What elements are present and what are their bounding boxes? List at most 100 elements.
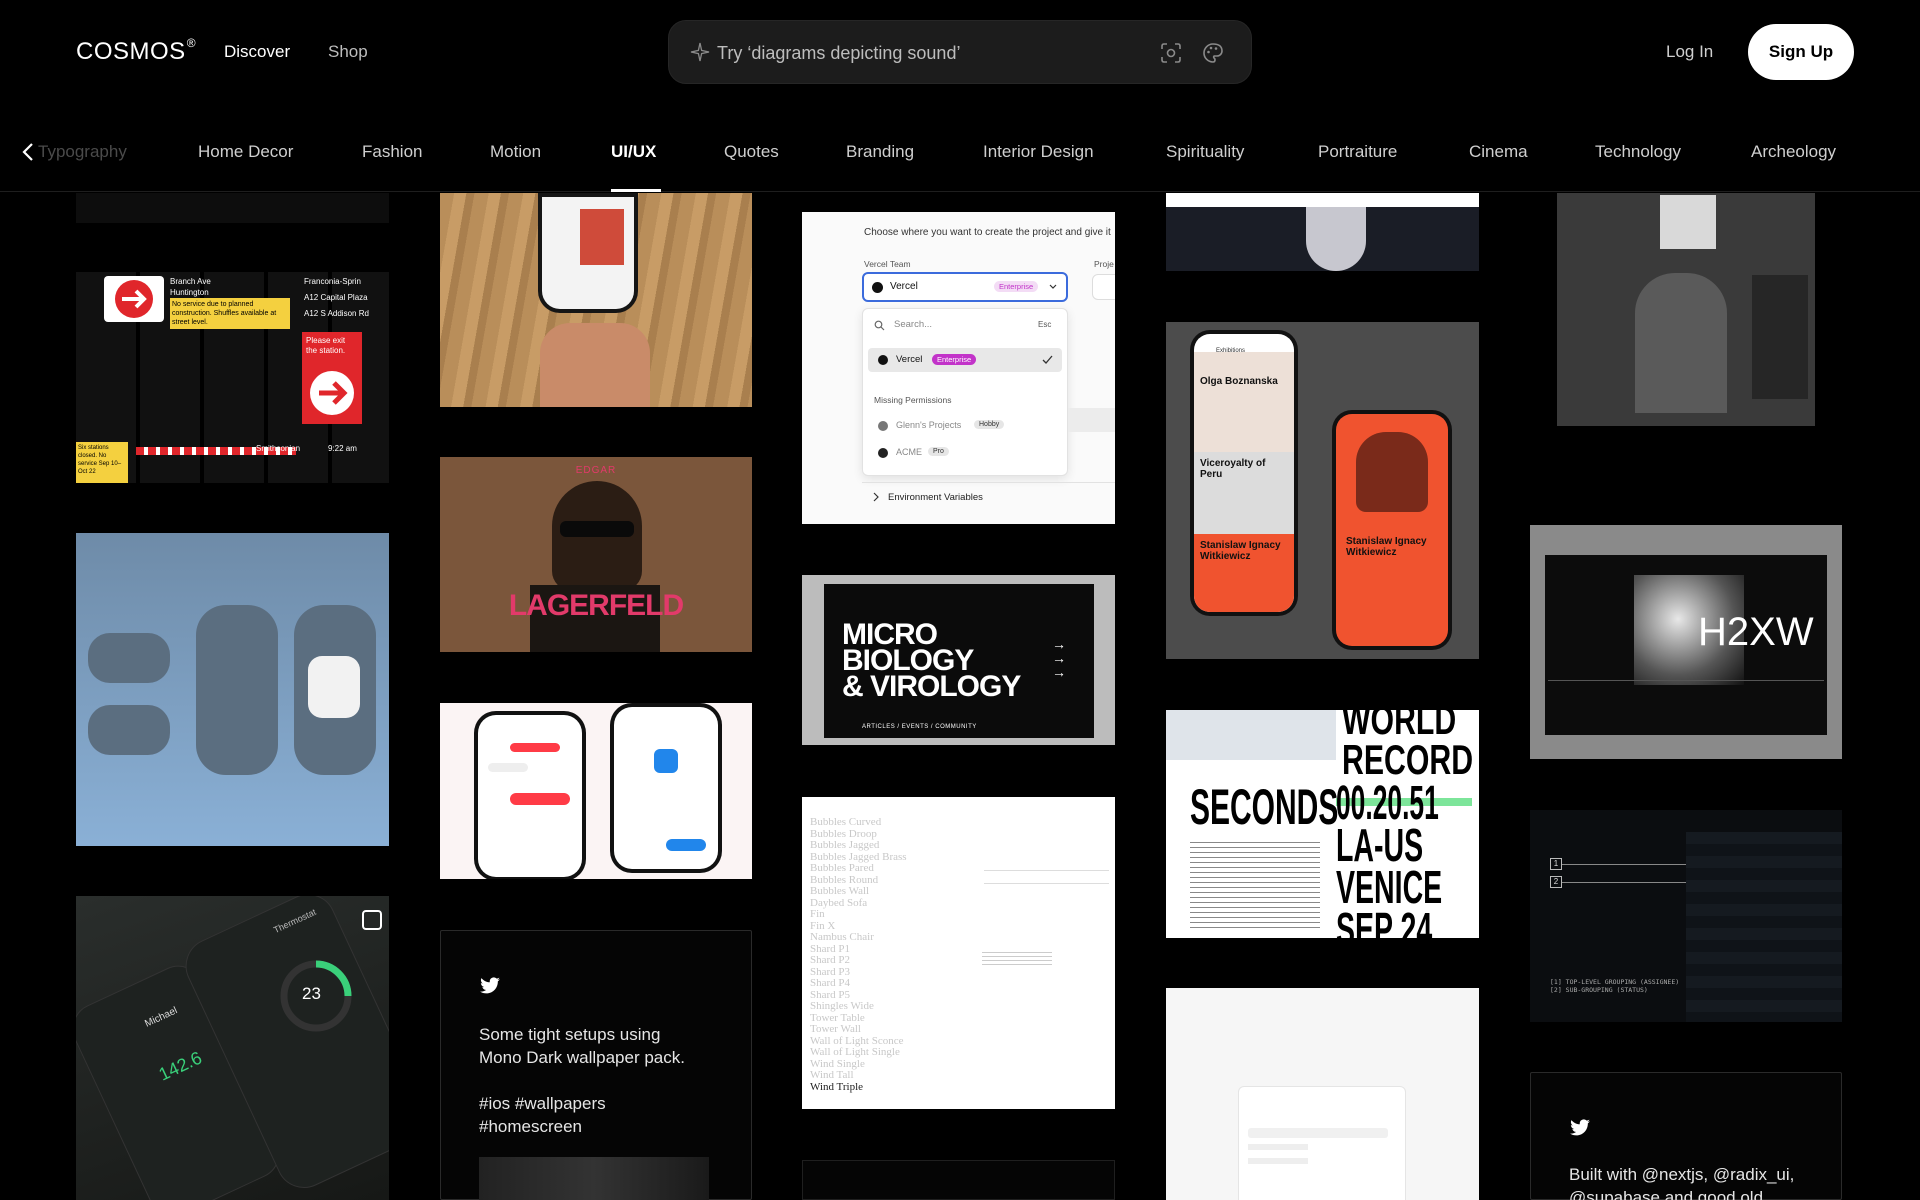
chevron-left-icon[interactable] (18, 140, 38, 164)
h2xw-tile[interactable]: H2XW (1530, 525, 1842, 759)
exit-text: Please exit the station. (306, 336, 346, 355)
nav-shop[interactable]: Shop (328, 42, 368, 62)
specimen-guide (984, 870, 1109, 884)
category-quotes[interactable]: Quotes (724, 142, 779, 162)
exhibition-item: Viceroyalty of Peru (1200, 458, 1266, 480)
number-marker: 1 (1550, 858, 1562, 870)
connector-line (1562, 864, 1696, 865)
login-link[interactable]: Log In (1666, 42, 1713, 62)
portrait-layout-tile[interactable] (1530, 193, 1842, 474)
category-archeology[interactable]: Archeology (1751, 142, 1836, 162)
poster-footer: ARTICLES / EVENTS / COMMUNITY (862, 724, 977, 730)
tweet-line: @supabase and good old (1569, 1188, 1764, 1200)
menu-row (1248, 1158, 1308, 1164)
thermostat-app-tile[interactable]: Thermostat 23 142.6 Michael (76, 896, 389, 1200)
portrait-image (1356, 432, 1428, 512)
project-label: Proje (1094, 259, 1114, 269)
widget-cards-tile[interactable] (76, 533, 389, 846)
chevron-right-icon (873, 492, 879, 502)
category-ui-ux[interactable]: UI/UX (611, 142, 656, 162)
twitter-icon (480, 977, 500, 994)
save-collection-icon[interactable] (362, 910, 382, 930)
category-technology[interactable]: Technology (1595, 142, 1681, 162)
search-input[interactable] (717, 33, 1157, 73)
lagerfeld-tile[interactable]: EDGAR LAGERFELD (440, 457, 752, 652)
grouping-legend: [1] TOP-LEVEL GROUPING (ASSIGNEE) [2] SU… (1550, 978, 1680, 994)
hobby-badge: Hobby (974, 420, 1005, 429)
twitter-icon (1570, 1119, 1590, 1136)
tweet-line: Mono Dark wallpaper pack. (479, 1048, 685, 1067)
grouping-diagram-tile[interactable]: 1 2 [1] TOP-LEVEL GROUPING (ASSIGNEE) [2… (1530, 810, 1842, 1022)
top-header: COSMOS® Discover Shop Log In Sign Up (0, 0, 1920, 105)
cosmos-logo[interactable]: COSMOS® (76, 36, 196, 66)
transit-signage-tile[interactable]: Branch Ave Huntington No service due to … (76, 272, 389, 483)
poster-thumbnail (580, 209, 624, 265)
option-glenn: Glenn's Projects (896, 420, 962, 430)
search-bar[interactable] (668, 20, 1252, 84)
avatar (878, 448, 888, 458)
location-line: VENICE (1336, 861, 1443, 913)
exhibition-detail-title: Stanislaw Ignacy Witkiewicz (1346, 536, 1427, 558)
exit-panel: Please exit the station. (302, 332, 362, 424)
team-label: Vercel Team (864, 259, 911, 269)
font-list-item: Bubbles Pared (810, 862, 874, 874)
location-line: LA-US (1336, 819, 1424, 871)
phone-in-hand-tile[interactable] (440, 193, 752, 407)
font-list: Bubbles Curved Bubbles Droop Bubbles Jagge… (810, 816, 930, 1093)
fashion-photo-tile[interactable] (1166, 193, 1479, 271)
lagerfeld-kicker: EDGAR (575, 465, 617, 476)
tweet-media-preview[interactable] (479, 1157, 709, 1200)
project-input-image (1092, 274, 1115, 300)
font-list-item: Wind Triple (810, 1080, 864, 1093)
font-list-item: Wind Tall (810, 1069, 854, 1081)
transit-stations: Branch Ave Huntington (170, 276, 290, 298)
speaker-image (308, 656, 360, 718)
visual-search-icon[interactable] (1157, 39, 1185, 67)
signup-button[interactable]: Sign Up (1748, 24, 1854, 80)
record-headline: WORLD RECORD (1342, 710, 1473, 781)
app-icon (654, 749, 678, 773)
missing-permissions-label: Missing Permissions (874, 395, 952, 405)
micro-biology-title: MICRO BIOLOGY & VIROLOGY (842, 620, 1021, 702)
transit-routes: Franconia-Sprin A12 Capital Plaza A12 S … (304, 274, 389, 322)
category-cinema[interactable]: Cinema (1469, 142, 1528, 162)
command-menu-tile[interactable] (1166, 988, 1479, 1200)
color-palette-icon[interactable] (1199, 39, 1227, 67)
option-vercel: Vercel (896, 354, 923, 365)
category-portraiture[interactable]: Portraiture (1318, 142, 1397, 162)
number-marker: 2 (1550, 876, 1562, 888)
category-home-decor[interactable]: Home Decor (198, 142, 293, 162)
category-branding[interactable]: Branding (846, 142, 914, 162)
image-tile[interactable] (802, 1160, 1115, 1200)
exit-arrow-icon (310, 371, 354, 415)
image-tile[interactable] (76, 193, 389, 223)
micro-biology-tile[interactable]: MICRO BIOLOGY & VIROLOGY → → → ARTICLES / … (802, 575, 1115, 745)
dropdown-search: Search... (894, 319, 933, 330)
product-image (1660, 195, 1716, 249)
category-spirituality[interactable]: Spirituality (1166, 142, 1244, 162)
tweet-card[interactable]: Some tight setups using Mono Dark wallpa… (440, 930, 752, 1200)
category-fashion[interactable]: Fashion (362, 142, 422, 162)
logo-text: COSMOS (76, 38, 186, 65)
nav-discover[interactable]: Discover (224, 42, 290, 62)
location-line: SEP 24 (1336, 903, 1433, 938)
exhibitions-app-tile[interactable]: Exhibitions Olga Boznanska Viceroyalty o… (1166, 322, 1479, 659)
widget-card (88, 705, 170, 755)
world-record-tile[interactable]: WORLD RECORD SECONDS 00.20.51 LA-US VENI… (1166, 710, 1479, 938)
messaging-app-tile[interactable] (440, 703, 752, 879)
portrait-photo (1635, 273, 1727, 413)
tweet-hashtags: #ios #wallpapers (479, 1094, 606, 1113)
tweet-card[interactable]: Built with @nextjs, @radix_ui, @supabase… (1530, 1072, 1842, 1200)
chat-bubble (510, 743, 560, 752)
active-category-underline (611, 189, 661, 192)
font-specimen-tile[interactable]: Bubbles Curved Bubbles Droop Bubbles Jagge… (802, 797, 1115, 1109)
category-typography[interactable]: Typography (38, 142, 127, 162)
divider (1548, 680, 1824, 681)
sunglasses-image (560, 521, 634, 537)
vercel-dialog-tile[interactable]: Choose where you want to create the proj… (802, 212, 1115, 524)
font-list-item: Bubbles Curved (810, 816, 882, 828)
selected-team: Vercel (890, 281, 918, 292)
category-interior-design[interactable]: Interior Design (983, 142, 1094, 162)
font-list-item: Wall of Light Single (810, 1046, 900, 1058)
category-motion[interactable]: Motion (490, 142, 541, 162)
